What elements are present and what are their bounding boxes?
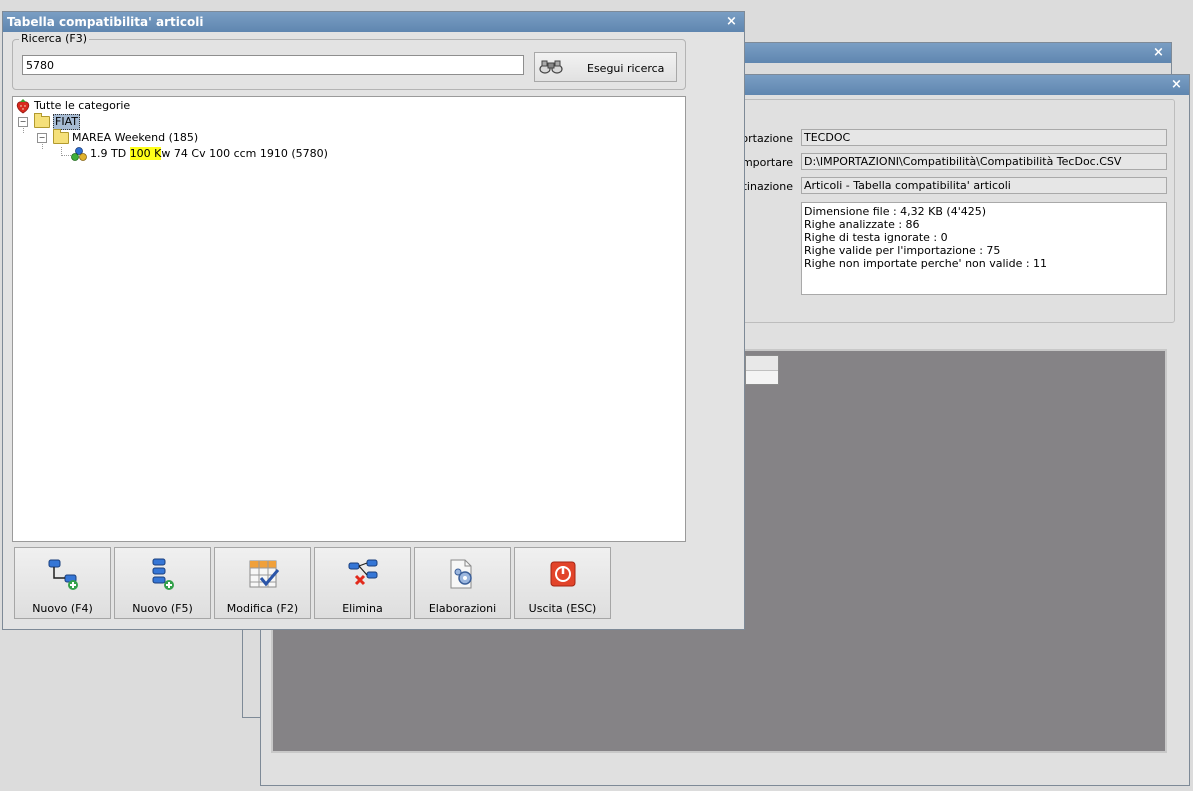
report-line: Righe analizzate : 86 bbox=[804, 218, 920, 231]
import-window-close-icon[interactable]: × bbox=[1170, 78, 1183, 91]
parts-icon bbox=[71, 147, 87, 165]
new-branch-icon bbox=[48, 559, 78, 590]
exit-label: Uscita (ESC) bbox=[528, 602, 597, 615]
report-line: Dimensione file : 4,32 KB (4'425) bbox=[804, 205, 987, 218]
leaf-text-highlight: 100 K bbox=[129, 147, 162, 160]
exit-button[interactable]: Uscita (ESC) bbox=[514, 547, 611, 619]
delete-label: Elimina bbox=[342, 602, 383, 615]
new-f5-label: Nuovo (F5) bbox=[132, 602, 193, 615]
tree-leaf-label: 1.9 TD 100 Kw 74 Cv 100 ccm 1910 (5780) bbox=[90, 147, 328, 161]
window-close-icon[interactable]: × bbox=[725, 15, 738, 28]
compatibility-window: Tabella compatibilita' articoli × Ricerc… bbox=[2, 11, 745, 630]
processing-label: Elaborazioni bbox=[428, 602, 497, 615]
search-button-label: Esegui ricerca bbox=[587, 62, 665, 75]
leaf-text-part: 1.9 TD bbox=[90, 147, 130, 160]
edit-table-icon bbox=[249, 560, 280, 588]
processing-button[interactable]: Elaborazioni bbox=[414, 547, 511, 619]
collapse-icon[interactable]: − bbox=[18, 117, 28, 127]
report-line: Righe valide per l'importazione : 75 bbox=[804, 244, 1001, 257]
window-title: Tabella compatibilita' articoli bbox=[3, 12, 744, 32]
category-tree[interactable]: Tutte le categorie − FIAT − MAREA Weeken… bbox=[12, 96, 686, 542]
new-f4-button[interactable]: Nuovo (F4) bbox=[14, 547, 111, 619]
tree-node-marea-label: MAREA Weekend (185) bbox=[72, 131, 199, 144]
exit-icon bbox=[550, 561, 576, 587]
edit-button[interactable]: Modifica (F2) bbox=[214, 547, 311, 619]
tree-node-fiat-label: FIAT bbox=[53, 114, 80, 130]
collapse-icon[interactable]: − bbox=[37, 133, 47, 143]
tree-root-label: Tutte le categorie bbox=[34, 99, 131, 112]
grid-header-cell bbox=[745, 355, 779, 385]
report-line: Righe non importate perche' non valide :… bbox=[804, 257, 1048, 270]
leaf-text-part: w 74 Cv 100 ccm 1910 (5780) bbox=[161, 147, 328, 160]
binoculars-icon bbox=[539, 59, 563, 78]
delete-button[interactable]: Elimina bbox=[314, 547, 411, 619]
new-f4-label: Nuovo (F4) bbox=[32, 602, 93, 615]
edit-label: Modifica (F2) bbox=[226, 602, 299, 615]
import-destination-field: Articoli - Tabella compatibilita' artico… bbox=[801, 177, 1167, 194]
delete-icon bbox=[348, 559, 378, 586]
import-type-field: TECDOC bbox=[801, 129, 1167, 146]
new-item-icon bbox=[152, 558, 174, 590]
new-f5-button[interactable]: Nuovo (F5) bbox=[114, 547, 211, 619]
import-report-box: Dimensione file : 4,32 KB (4'425) Righe … bbox=[801, 202, 1167, 295]
process-icon bbox=[450, 559, 472, 589]
search-button[interactable]: Esegui ricerca bbox=[534, 52, 677, 82]
search-input[interactable] bbox=[22, 55, 524, 75]
background-window-1-close-icon[interactable]: × bbox=[1152, 46, 1165, 59]
strawberry-icon bbox=[16, 99, 30, 118]
folder-icon bbox=[53, 129, 69, 144]
folder-icon bbox=[34, 113, 50, 128]
report-line: Righe di testa ignorate : 0 bbox=[804, 231, 948, 244]
search-group-label: Ricerca (F3) bbox=[19, 32, 89, 45]
import-file-field: D:\IMPORTAZIONI\Compatibilità\Compatibil… bbox=[801, 153, 1167, 170]
